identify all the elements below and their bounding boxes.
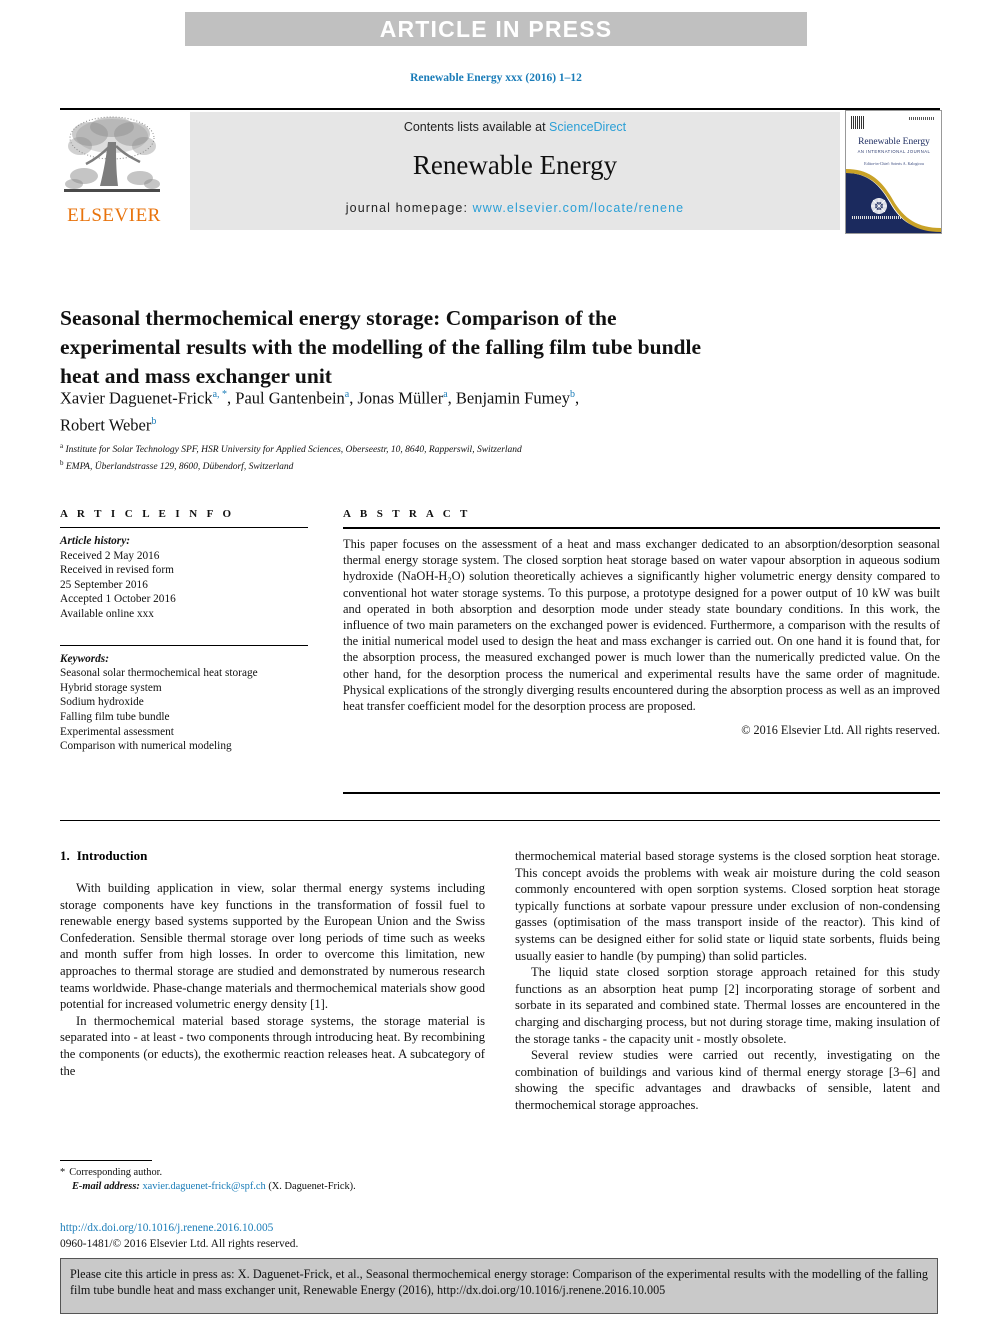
cite-this-article-text: Please cite this article in press as: X.… — [70, 1267, 928, 1297]
abstract-bottom-rule — [343, 792, 940, 794]
affiliation-b: b EMPA, Überlandstrasse 129, 8600, Düben… — [60, 457, 760, 474]
journal-cover-thumbnail: Renewable Energy AN INTERNATIONAL JOURNA… — [845, 110, 942, 234]
affiliation-b-marker: b — [60, 459, 64, 468]
journal-title: Renewable Energy — [412, 150, 618, 180]
author-1-affiliation-marker[interactable]: a, * — [213, 389, 227, 400]
article-history-item: Accepted 1 October 2016 — [60, 593, 176, 606]
body-column-left: 1. Introduction With building application… — [60, 848, 485, 1079]
keyword-item: Experimental assessment — [60, 725, 174, 738]
article-in-press-banner: ARTICLE IN PRESS — [185, 12, 807, 46]
sciencedirect-link[interactable]: ScienceDirect — [549, 120, 626, 134]
email-owner: (X. Daguenet-Frick). — [268, 1181, 356, 1192]
abstract-copyright: © 2016 Elsevier Ltd. All rights reserved… — [741, 723, 940, 738]
cover-journal-editor: Editor-in-Chief: Soteris A. Kalogirou — [864, 161, 924, 166]
contents-lists-prefix: Contents lists available at — [403, 120, 550, 134]
paragraph: With building application in view, solar… — [60, 881, 485, 1012]
keyword-item: Falling film tube bundle — [60, 710, 170, 723]
section-number: 1. — [60, 848, 70, 863]
author-sep-2: , Jonas Müller — [349, 388, 444, 408]
corresponding-author-note: * Corresponding author. — [60, 1166, 490, 1180]
author-sep-3: , Benjamin Fumey — [447, 388, 571, 408]
article-history-item: Received 2 May 2016 — [60, 549, 160, 562]
paragraph: thermochemical material based storage sy… — [515, 849, 940, 963]
page-title: Seasonal thermochemical energy storage: … — [60, 306, 702, 389]
cover-footer-mark — [852, 216, 902, 219]
footnote-block: * Corresponding author. E-mail address: x… — [60, 1166, 490, 1194]
keyword-item: Sodium hydroxide — [60, 696, 144, 709]
abstract-text: This paper focuses on the assessment of … — [343, 537, 940, 714]
author-5: Robert Weber — [60, 415, 152, 434]
issn-copyright-line: 0960-1481/© 2016 Elsevier Ltd. All right… — [60, 1238, 299, 1250]
author-sep-4: , — [575, 388, 580, 408]
author-list: Xavier Daguenet-Fricka, *, Paul Gantenbe… — [60, 383, 760, 436]
keywords-label: Keywords: — [60, 652, 109, 665]
affiliation-b-text: EMPA, Überlandstrasse 129, 8600, Dübendo… — [65, 462, 294, 473]
keyword-item: Seasonal solar thermochemical heat stora… — [60, 667, 258, 680]
cover-journal-subtitle: AN INTERNATIONAL JOURNAL — [857, 149, 931, 154]
author-5-affiliation-marker[interactable]: b — [151, 416, 156, 427]
elsevier-wordmark: ELSEVIER — [67, 205, 161, 226]
body-top-rule — [60, 820, 940, 821]
article-info-divider-top — [60, 527, 308, 528]
abstract-column: A B S T R A C T This paper focuses on th… — [343, 508, 940, 738]
corresponding-author-marker: * — [60, 1167, 66, 1178]
body-column-right: thermochemical material based storage sy… — [515, 848, 940, 1114]
keywords-block: Keywords: Seasonal solar thermochemical … — [60, 652, 308, 754]
journal-homepage-line: journal homepage: www.elsevier.com/locat… — [346, 201, 684, 215]
journal-reference-line: Renewable Energy xxx (2016) 1–12 — [410, 72, 582, 84]
article-info-divider-mid — [60, 644, 308, 646]
article-in-press-label: ARTICLE IN PRESS — [379, 15, 613, 42]
article-history-item: Available online xxx — [60, 607, 154, 620]
journal-header-band: ELSEVIER Contents lists available at Sci… — [60, 110, 942, 234]
email-label: E-mail address: — [72, 1181, 140, 1192]
affiliation-list: a Institute for Solar Technology SPF, HS… — [60, 440, 760, 474]
abstract-heading: A B S T R A C T — [343, 508, 471, 520]
cover-journal-title: Renewable Energy — [858, 137, 930, 147]
doi-link[interactable]: http://dx.doi.org/10.1016/j.renene.2016.… — [60, 1222, 273, 1234]
email-note: E-mail address: xavier.daguenet-frick@sp… — [60, 1180, 490, 1194]
corresponding-author-text: Corresponding author. — [69, 1167, 163, 1178]
article-info-spacer — [60, 622, 308, 638]
affiliation-a: a Institute for Solar Technology SPF, HS… — [60, 440, 760, 457]
cover-issn-mark — [909, 117, 935, 120]
affiliation-a-text: Institute for Solar Technology SPF, HSR … — [65, 445, 522, 456]
section-title: Introduction — [76, 848, 148, 863]
article-history-item: 25 September 2016 — [60, 578, 148, 591]
abstract-divider — [343, 527, 940, 529]
elsevier-logo: ELSEVIER — [60, 112, 170, 230]
contents-lists-line: Contents lists available at ScienceDirec… — [404, 120, 626, 134]
paragraph: Several review studies were carried out … — [515, 1048, 940, 1112]
article-history-label: Article history: — [60, 535, 130, 547]
article-info-column: A R T I C L E I N F O Article history: R… — [60, 508, 308, 754]
author-1: Xavier Daguenet-Frick — [60, 388, 213, 408]
article-history-block: Article history: Received 2 May 2016 Rec… — [60, 534, 308, 622]
affiliation-a-marker: a — [60, 442, 64, 450]
paragraph: The liquid state closed sorption storage… — [515, 965, 940, 1046]
elsevier-tree-icon — [60, 112, 164, 204]
footnote-rule — [60, 1160, 152, 1161]
article-history-item: Received in revised form — [60, 564, 174, 577]
journal-homepage-url[interactable]: www.elsevier.com/locate/renene — [473, 201, 685, 215]
section-heading-introduction: 1. Introduction — [60, 848, 485, 864]
keyword-item: Comparison with numerical modeling — [60, 740, 232, 753]
journal-homepage-prefix: journal homepage: — [345, 201, 473, 215]
email-link[interactable]: xavier.daguenet-frick@spf.ch — [142, 1181, 265, 1192]
author-sep-1: , Paul Gantenbein — [227, 388, 345, 408]
cover-barcode-icon — [851, 116, 864, 129]
contents-panel: Contents lists available at ScienceDirec… — [190, 112, 840, 230]
keyword-item: Hybrid storage system — [60, 681, 162, 694]
article-info-heading: A R T I C L E I N F O — [60, 508, 235, 520]
paragraph: In thermochemical material based storage… — [60, 1013, 485, 1078]
